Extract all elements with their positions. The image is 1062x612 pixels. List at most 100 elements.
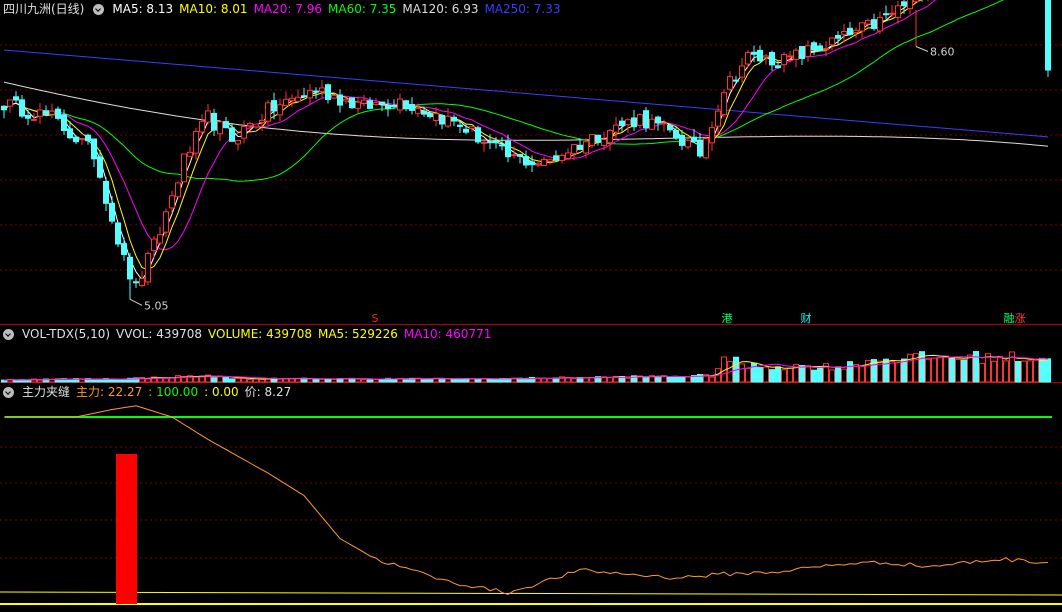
volume-bar bbox=[571, 378, 577, 383]
candle-body bbox=[589, 133, 595, 146]
candle-body bbox=[565, 152, 571, 159]
volume-bar bbox=[211, 377, 217, 383]
candle-body bbox=[385, 104, 391, 110]
volume-bar bbox=[373, 379, 379, 383]
candle-body bbox=[241, 126, 247, 139]
low-pointer bbox=[129, 298, 143, 306]
volume-bar bbox=[775, 366, 781, 383]
volume-bar bbox=[91, 378, 97, 383]
volume-bar bbox=[883, 358, 889, 383]
candle-body bbox=[685, 139, 691, 148]
candle-body bbox=[583, 141, 589, 154]
volume-bar bbox=[625, 377, 631, 383]
volume-bar bbox=[403, 378, 409, 383]
volume-bar bbox=[805, 365, 811, 383]
volume-bar bbox=[241, 377, 247, 383]
candle-body bbox=[727, 76, 733, 90]
candle-body bbox=[403, 100, 409, 110]
candle-body bbox=[577, 144, 583, 151]
candle-body bbox=[331, 94, 337, 99]
candle-body bbox=[523, 156, 529, 166]
candle-body bbox=[7, 99, 13, 107]
volume-bar bbox=[1039, 357, 1045, 383]
candle-body bbox=[37, 109, 43, 117]
candle-body bbox=[571, 144, 577, 155]
volume-bar bbox=[673, 376, 679, 383]
volume-bar bbox=[979, 362, 985, 383]
candle-body bbox=[517, 153, 523, 157]
candle-body bbox=[835, 34, 841, 39]
candle-body bbox=[127, 256, 133, 280]
candle-body bbox=[355, 101, 361, 109]
candle-body bbox=[181, 153, 187, 183]
candle-body bbox=[697, 139, 703, 157]
volume-bar bbox=[925, 358, 931, 383]
candle-body bbox=[199, 120, 205, 133]
volume-bar bbox=[667, 376, 673, 383]
event-marker: 港 bbox=[722, 312, 733, 325]
volume-bar bbox=[427, 378, 433, 383]
volume-bar bbox=[313, 378, 319, 383]
volume-bar bbox=[799, 365, 805, 383]
volume-bar bbox=[451, 378, 457, 383]
volume-bar bbox=[835, 366, 841, 383]
candle-body bbox=[109, 202, 115, 222]
candle-body bbox=[859, 22, 865, 32]
volume-bar bbox=[115, 379, 121, 383]
candle-body bbox=[763, 55, 769, 58]
candle-body bbox=[115, 222, 121, 245]
candle-body bbox=[619, 120, 625, 127]
candle-body bbox=[631, 117, 637, 128]
volume-bar bbox=[907, 353, 913, 383]
volume-bar bbox=[955, 358, 961, 383]
candle-body bbox=[475, 127, 481, 143]
candle-body bbox=[409, 104, 415, 111]
candle-body bbox=[73, 136, 79, 143]
candle-body bbox=[121, 243, 127, 255]
candle-body bbox=[295, 96, 301, 102]
volume-bar bbox=[931, 357, 937, 383]
candle-body bbox=[541, 158, 547, 166]
candle-body bbox=[169, 195, 175, 209]
candle-body bbox=[613, 124, 619, 133]
volume-bar bbox=[175, 375, 181, 383]
candle-body bbox=[661, 122, 667, 125]
candle-body bbox=[229, 127, 235, 142]
volume-bar bbox=[781, 369, 787, 383]
event-marker: 融 bbox=[1004, 312, 1015, 325]
candle-body bbox=[151, 238, 157, 251]
candle-body bbox=[811, 42, 817, 51]
candle-body bbox=[595, 134, 601, 143]
volume-bar bbox=[535, 378, 541, 383]
volume-bar bbox=[37, 379, 43, 383]
candle-body bbox=[13, 96, 19, 101]
candle-body bbox=[187, 151, 193, 157]
stock-chart-window[interactable]: 四川九洲(日线) MA5: 8.13 MA10: 8.01 MA20: 7.96… bbox=[0, 0, 1062, 612]
volume-bar bbox=[961, 359, 967, 383]
volume-bar bbox=[421, 378, 427, 383]
candle-body bbox=[85, 134, 91, 142]
candle-body bbox=[871, 19, 877, 30]
volume-bar bbox=[817, 366, 823, 383]
candle-body bbox=[139, 277, 145, 287]
volume-bar bbox=[739, 363, 745, 383]
chart-canvas[interactable]: 8.60 5.05 S 港 财 融涨 bbox=[0, 0, 1062, 612]
candle-body bbox=[847, 27, 853, 36]
candle-body bbox=[31, 118, 37, 121]
volume-bar bbox=[829, 369, 835, 383]
volume-bar bbox=[655, 376, 661, 383]
candle-body bbox=[319, 87, 325, 92]
candle-body bbox=[499, 144, 505, 147]
candle-body bbox=[313, 90, 319, 93]
volume-bar bbox=[541, 378, 547, 383]
candle-body bbox=[457, 124, 463, 127]
volume-bar bbox=[607, 377, 613, 383]
candle-body bbox=[49, 110, 55, 115]
volume-bar bbox=[97, 379, 103, 383]
volume-bar bbox=[487, 378, 493, 383]
candle-body bbox=[1, 105, 7, 111]
volume-bar bbox=[901, 358, 907, 383]
high-price-label: 8.60 bbox=[930, 45, 955, 58]
volume-bar bbox=[307, 378, 313, 383]
candle-body bbox=[451, 116, 457, 122]
